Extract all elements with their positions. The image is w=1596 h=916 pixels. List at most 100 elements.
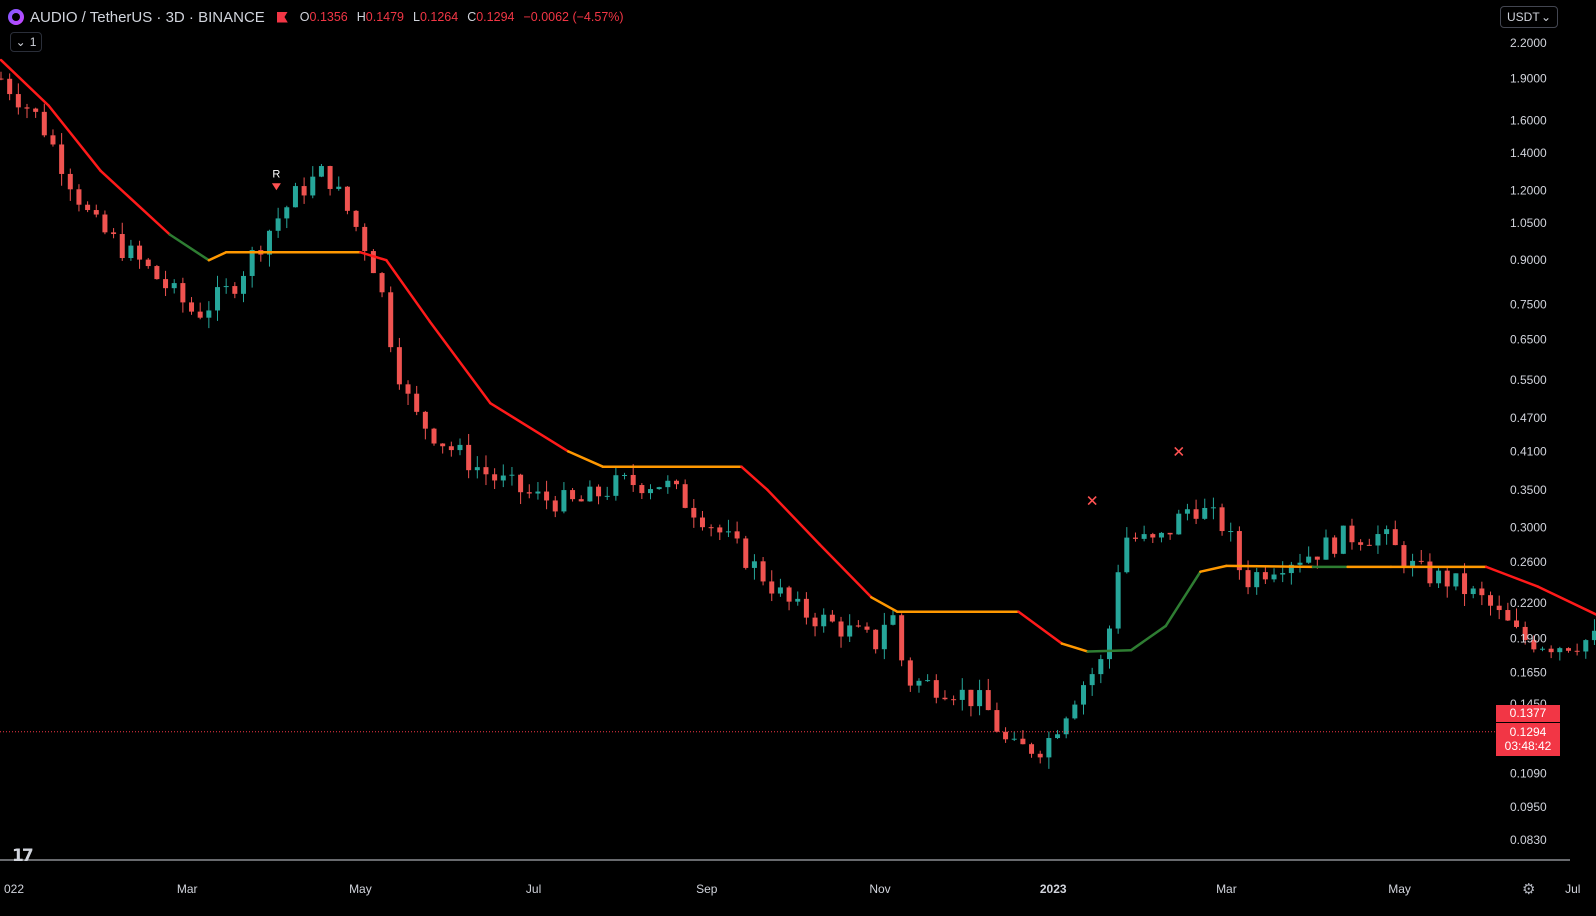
candle-body xyxy=(1228,531,1234,533)
candle-body xyxy=(1366,544,1372,546)
time-tick-label: Mar xyxy=(177,882,198,896)
high-value: 0.1479 xyxy=(365,10,405,24)
candle-body xyxy=(1089,674,1095,686)
time-tick-label: Jul xyxy=(1565,882,1580,896)
candle-body xyxy=(362,226,368,252)
candle-body xyxy=(1141,534,1147,539)
candle-body xyxy=(0,78,4,80)
candle-body xyxy=(552,500,558,512)
tradingview-logo-icon[interactable]: 17 xyxy=(12,846,34,866)
candle-body xyxy=(570,490,576,500)
candle-body xyxy=(85,204,91,211)
candle-body xyxy=(1202,507,1208,519)
time-tick-label: May xyxy=(1388,882,1411,896)
candle-body xyxy=(890,615,896,625)
candle-body xyxy=(431,428,437,444)
price-tick-label: 0.2600 xyxy=(1510,555,1547,569)
last-price-label: 0.1294 03:48:42 xyxy=(1496,722,1560,756)
candle-body xyxy=(1427,561,1433,584)
candle-body xyxy=(1176,513,1182,535)
candle-body xyxy=(1254,572,1260,588)
candle-body xyxy=(1236,531,1242,571)
candle-body xyxy=(1565,648,1571,651)
time-tick-label: Sep xyxy=(696,882,718,896)
candle-body xyxy=(509,474,515,476)
candle-body xyxy=(102,214,108,233)
candle-body xyxy=(596,486,602,497)
time-tick-label: 022 xyxy=(4,882,24,896)
candle-body xyxy=(682,484,688,508)
candle-body xyxy=(881,624,887,650)
candle-body xyxy=(1124,537,1130,573)
chevron-down-icon: ⌄ xyxy=(15,35,26,49)
candle-body xyxy=(925,680,931,682)
candle-body xyxy=(1150,534,1156,538)
candle-body xyxy=(725,531,731,533)
candle-body xyxy=(1384,529,1390,535)
indicator-price-value: 0.1377 xyxy=(1509,705,1547,720)
candle-body xyxy=(67,173,73,190)
price-chart[interactable]: RRR 2.20001.90001.60001.40001.20001.0500… xyxy=(0,0,1596,916)
ohlc-values: O0.1356 H0.1479 L0.1264 C0.1294 −0.0062 … xyxy=(300,10,624,24)
flag-icon[interactable] xyxy=(276,11,288,23)
candle-body xyxy=(1470,588,1476,595)
candle-body xyxy=(189,302,195,312)
candle-body xyxy=(1349,525,1355,543)
candle-body xyxy=(206,310,212,318)
candle-body xyxy=(985,690,991,711)
close-value: 0.1294 xyxy=(476,10,515,24)
candle-body xyxy=(1557,648,1563,653)
candle-body xyxy=(535,491,541,494)
candle-body xyxy=(180,283,186,303)
chevron-down-icon: ⌄ xyxy=(1540,10,1551,24)
candle-body xyxy=(1314,556,1320,560)
candle-body xyxy=(344,186,350,211)
candle-body xyxy=(266,230,272,255)
candle-body xyxy=(604,495,610,497)
gear-icon[interactable]: ⚙ xyxy=(1522,880,1535,898)
candle-body xyxy=(292,186,298,208)
candle-body xyxy=(708,527,714,529)
candle-body xyxy=(821,614,827,627)
candle-body xyxy=(656,487,662,490)
candle-body xyxy=(786,587,792,602)
candle-body xyxy=(318,166,324,177)
candle-body xyxy=(422,411,428,429)
candle-body xyxy=(492,474,498,481)
indicators-toggle-button[interactable]: ⌄ 1 xyxy=(10,32,42,52)
candle-body xyxy=(249,250,255,276)
candle-body xyxy=(301,186,307,196)
candle-body xyxy=(717,527,723,533)
candle-body xyxy=(812,617,818,627)
candle-body xyxy=(163,279,169,289)
candle-body xyxy=(448,446,454,451)
candle-body xyxy=(760,561,766,582)
candle-body xyxy=(414,393,420,412)
candle-body xyxy=(33,108,39,112)
candle-body xyxy=(1539,648,1545,650)
high-key: H xyxy=(356,10,366,24)
candle-body xyxy=(1280,573,1286,575)
candle-body xyxy=(379,273,385,293)
candle-body xyxy=(743,538,749,568)
currency-selector[interactable]: USDT ⌄ xyxy=(1500,6,1558,28)
candle-body xyxy=(699,517,705,528)
price-tick-label: 1.0500 xyxy=(1510,216,1547,230)
candle-body xyxy=(855,625,861,627)
candle-body xyxy=(41,111,47,136)
symbol-title[interactable]: AUDIO / TetherUS · 3D · BINANCE xyxy=(30,9,265,26)
candle-body xyxy=(1245,570,1251,588)
candle-body xyxy=(93,210,99,215)
trail-segment xyxy=(1225,564,1315,569)
candle-body xyxy=(630,474,636,486)
candle-body xyxy=(370,251,376,274)
candle-body xyxy=(734,531,740,539)
candle-body xyxy=(1046,738,1052,758)
candle-body xyxy=(544,491,550,501)
candle-body xyxy=(405,384,411,394)
candle-body xyxy=(1072,704,1078,719)
candle-body xyxy=(803,598,809,618)
price-tick-label: 0.3500 xyxy=(1510,483,1547,497)
candle-body xyxy=(1323,537,1329,560)
candle-body xyxy=(1115,572,1121,629)
